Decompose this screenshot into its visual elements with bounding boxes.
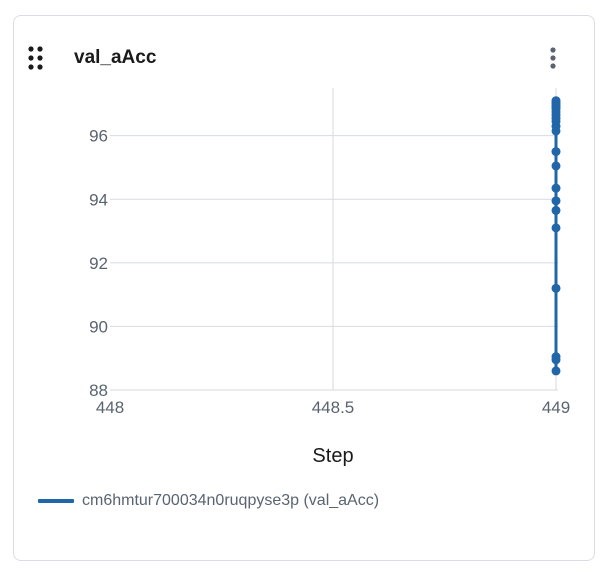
x-tick-label: 448.5 — [312, 398, 355, 417]
x-tick-label: 449 — [542, 398, 570, 417]
y-tick-label: 96 — [89, 127, 108, 146]
x-axis-label: Step — [312, 445, 353, 467]
data-point — [551, 183, 561, 193]
data-point — [551, 205, 561, 215]
x-tick-label: 448 — [96, 398, 124, 417]
data-point — [551, 96, 561, 106]
data-point — [551, 283, 561, 293]
y-tick-label: 90 — [89, 317, 108, 336]
data-point — [551, 147, 561, 157]
y-tick-label: 92 — [89, 254, 108, 273]
data-point — [551, 352, 561, 362]
data-point — [551, 366, 561, 376]
legend: cm6hmtur700034n0ruqpyse3p (val_aAcc) — [38, 492, 379, 510]
data-point — [551, 223, 561, 233]
y-tick-label: 94 — [89, 190, 108, 209]
legend-swatch — [38, 499, 74, 503]
data-point — [551, 161, 561, 171]
line-chart: 8890929496448448.5449449.5Step — [89, 88, 570, 467]
data-point — [551, 196, 561, 206]
legend-label: cm6hmtur700034n0ruqpyse3p (val_aAcc) — [82, 492, 380, 509]
